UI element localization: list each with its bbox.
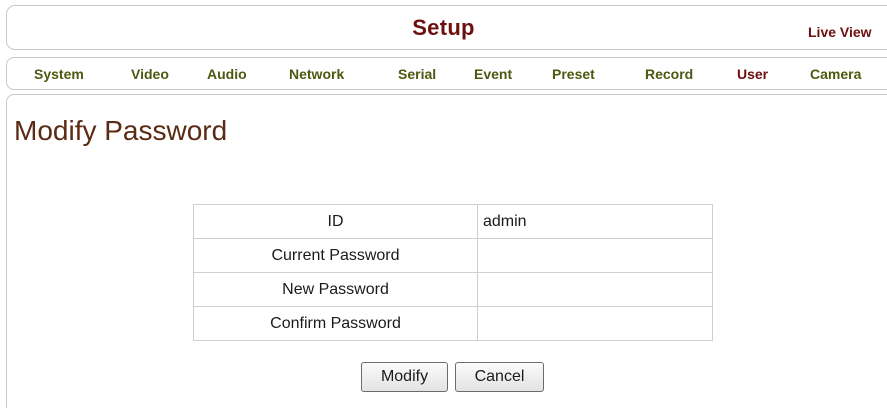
live-view-link[interactable]: Live View — [808, 24, 872, 40]
confirm-password-field[interactable] — [483, 309, 703, 338]
new-password-cell — [477, 272, 713, 307]
nav-item-camera[interactable]: Camera — [810, 66, 861, 82]
current-password-cell — [477, 238, 713, 273]
nav-item-video[interactable]: Video — [131, 66, 169, 82]
nav-item-system[interactable]: System — [34, 66, 84, 82]
nav-item-serial[interactable]: Serial — [398, 66, 436, 82]
new-password-field[interactable] — [483, 275, 703, 304]
nav-item-network[interactable]: Network — [289, 66, 344, 82]
current-password-field[interactable] — [483, 241, 703, 270]
confirm-password-label: Confirm Password — [193, 306, 478, 341]
id-label: ID — [193, 204, 478, 239]
id-value: admin — [477, 204, 713, 239]
nav-item-record[interactable]: Record — [645, 66, 693, 82]
nav-item-event[interactable]: Event — [474, 66, 512, 82]
current-password-label: Current Password — [193, 238, 478, 273]
nav-item-preset[interactable]: Preset — [552, 66, 595, 82]
new-password-label: New Password — [193, 272, 478, 307]
nav-item-audio[interactable]: Audio — [207, 66, 247, 82]
page-title: Setup — [412, 15, 475, 40]
form-row-current-password: Current Password — [193, 238, 713, 273]
confirm-password-cell — [477, 306, 713, 341]
section-heading: Modify Password — [14, 115, 228, 146]
setup-page: Setup Live View System Video Audio Netwo… — [0, 0, 887, 408]
form-row-new-password: New Password — [193, 272, 713, 307]
password-form-table: ID admin Current Password New Password C… — [193, 204, 713, 341]
form-row-id: ID admin — [193, 204, 713, 239]
nav-item-user[interactable]: User — [737, 66, 768, 82]
modify-button[interactable]: Modify — [361, 362, 448, 392]
cancel-button[interactable]: Cancel — [455, 362, 544, 392]
form-row-confirm-password: Confirm Password — [193, 306, 713, 341]
